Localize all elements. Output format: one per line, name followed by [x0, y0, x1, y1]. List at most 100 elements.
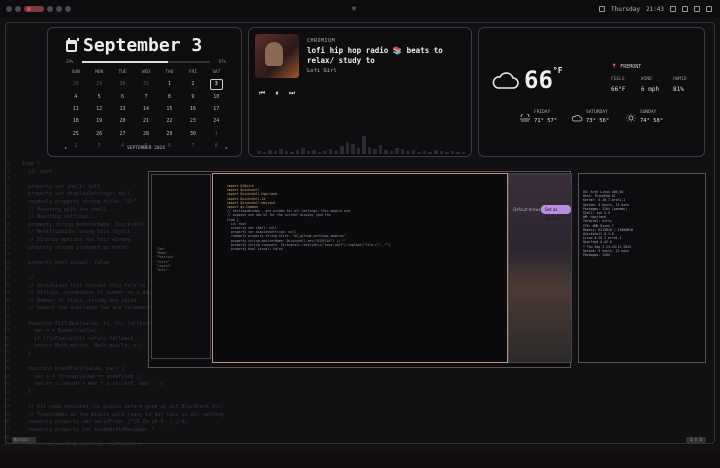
workspace-1[interactable]	[6, 6, 12, 12]
code-line: "HiFi"	[156, 268, 168, 273]
code-line: Item {	[22, 161, 41, 167]
line-number: 48	[4, 434, 11, 441]
visualizer-bar	[373, 149, 377, 154]
forecast-day-2-temps: 73° 56°	[586, 118, 610, 124]
editor-position-indicator: 1 | 1	[686, 437, 706, 443]
calendar-day[interactable]: 22	[158, 118, 181, 124]
calendar-day[interactable]: 17	[205, 106, 228, 112]
calendar-day[interactable]: 16	[181, 106, 204, 112]
code-line: }	[22, 389, 32, 395]
weather-widget: 66°F 📍 FREMONT FEELS 66°F WIND 6 mph HUM…	[478, 27, 705, 157]
visualizer-bar	[434, 150, 438, 154]
workspace-5[interactable]	[56, 6, 62, 12]
code-line: // Serialized list (notes) this file is	[22, 282, 146, 289]
wind-label: WIND	[641, 77, 652, 82]
line-number: 17	[4, 199, 11, 205]
calendar-day[interactable]: 26	[87, 131, 110, 137]
humid-value: 81%	[673, 86, 684, 93]
set-default-button[interactable]: Set as default	[541, 205, 571, 221]
editor-content: import QtQuick import Quickshell import Qu…	[227, 184, 390, 251]
calendar-day[interactable]: 27	[111, 131, 134, 137]
forecast-day-3: SUNDAY 74° 58°	[640, 110, 663, 124]
line-number: 22	[4, 237, 11, 243]
code-line: if (!isFinite(n)) return fallback	[22, 335, 134, 342]
calendar-day[interactable]: 5	[87, 94, 110, 100]
code-line: // Strings, conversion to number on a da…	[22, 290, 155, 297]
calendar-day[interactable]: 28	[134, 131, 157, 137]
calendar-day[interactable]: 23	[181, 118, 204, 124]
calendar-day[interactable]: 11	[64, 106, 87, 112]
calendar-day[interactable]: 4	[64, 94, 87, 100]
workspace-active[interactable]	[24, 6, 44, 12]
calendar-day[interactable]: 1	[205, 131, 228, 137]
calendar-day[interactable]: 30	[181, 131, 204, 137]
power-icon[interactable]	[706, 6, 712, 12]
calendar-day[interactable]: 25	[64, 131, 87, 137]
calendar-day[interactable]: 13	[111, 106, 134, 112]
volume-icon[interactable]	[682, 6, 688, 12]
pause-icon[interactable]: ⏸	[272, 88, 282, 98]
calendar-day[interactable]: 7	[134, 94, 157, 100]
next-track-icon[interactable]: ⏭	[287, 88, 297, 98]
calendar-day[interactable]: 30	[111, 81, 134, 87]
visualizer-bar	[317, 152, 322, 154]
visualizer-bar	[339, 146, 344, 154]
editor-mode-indicator: Normal	[12, 437, 36, 443]
calendar-day[interactable]: 15	[158, 106, 181, 112]
battery-icon[interactable]	[694, 6, 700, 12]
window-settings-panel[interactable]: "Sec" "Mode" "Position" "Style" "Layout" "HiF…	[151, 174, 211, 359]
prev-month-button[interactable]: ◂	[64, 146, 67, 151]
calendar-day[interactable]: 20	[111, 118, 134, 124]
calendar-day[interactable]: 29	[158, 131, 181, 137]
weekday-label: WED	[141, 70, 151, 75]
line-number: 39	[4, 366, 11, 373]
tray-icon[interactable]	[599, 6, 606, 12]
month-progress-fill	[82, 61, 168, 63]
calendar-day[interactable]: 12	[87, 106, 110, 112]
calendar-day[interactable]: 21	[134, 118, 157, 124]
calendar-day[interactable]: 9	[181, 94, 204, 100]
calendar-day[interactable]: 10	[205, 94, 228, 100]
code-line: var n = Number(value)	[22, 328, 98, 335]
calendar-day[interactable]: 2	[181, 81, 204, 87]
calendar-day[interactable]: 19	[87, 118, 110, 124]
desktop: 12 Item {13 id: root 14 15 property var she…	[0, 0, 720, 468]
visualizer-bar	[345, 142, 350, 154]
line-number: 18	[4, 206, 11, 213]
workspace-2[interactable]	[15, 6, 21, 12]
calendar-day[interactable]: 14	[134, 106, 157, 112]
workspace-6[interactable]	[65, 6, 71, 12]
calendar-day[interactable]: 28	[64, 81, 87, 87]
calendar-day[interactable]: 18	[64, 118, 87, 124]
code-line: // Timestamps at the minute with (easy t…	[22, 411, 224, 418]
weekday-label: THU	[165, 70, 174, 75]
calendar-day[interactable]: 31	[134, 81, 157, 87]
window-code-editor-focused[interactable]: import QtQuick import Quickshell import Qu…	[212, 173, 508, 363]
clock-time[interactable]: 21:43	[646, 6, 664, 13]
launcher-icon[interactable]: ⌘	[352, 5, 360, 13]
window-browser[interactable]: Default browser Set as default	[508, 173, 572, 363]
code-line: property string monitorName: Quickshell	[22, 221, 146, 228]
visualizer-bar	[257, 151, 261, 154]
previous-track-icon[interactable]: ⏮	[257, 88, 267, 98]
network-icon[interactable]	[670, 6, 676, 12]
calendar-footer: ◂ SEPTEMBER 2024 ▸	[64, 146, 228, 151]
workspace-indicators	[6, 6, 71, 12]
calendar-day[interactable]: 8	[158, 94, 181, 100]
calendar-day[interactable]: 6	[111, 94, 134, 100]
calendar-day[interactable]: 29	[87, 81, 110, 87]
visualizer-bar	[295, 150, 300, 154]
calendar-day[interactable]: 24	[205, 118, 228, 124]
window-terminal[interactable]: OS: Arch Linux x86_64 Host: ThinkPad X1 Ke…	[578, 173, 706, 363]
next-month-button[interactable]: ▸	[225, 146, 228, 151]
workspace-4[interactable]	[47, 6, 53, 12]
visualizer-bar	[384, 150, 388, 154]
visualizer-bar	[334, 151, 338, 154]
visualizer-bar	[301, 148, 305, 154]
feels-value: 66°F	[611, 86, 626, 93]
calendar-day-today[interactable]: 3	[209, 78, 223, 90]
calendar-day[interactable]: 1	[158, 81, 181, 87]
media-title: lofi hip hop radio 📚 beats to relax/ stu…	[307, 46, 443, 65]
line-number: 35	[4, 335, 11, 342]
month-label: SEPTEMBER 2024	[127, 146, 165, 151]
